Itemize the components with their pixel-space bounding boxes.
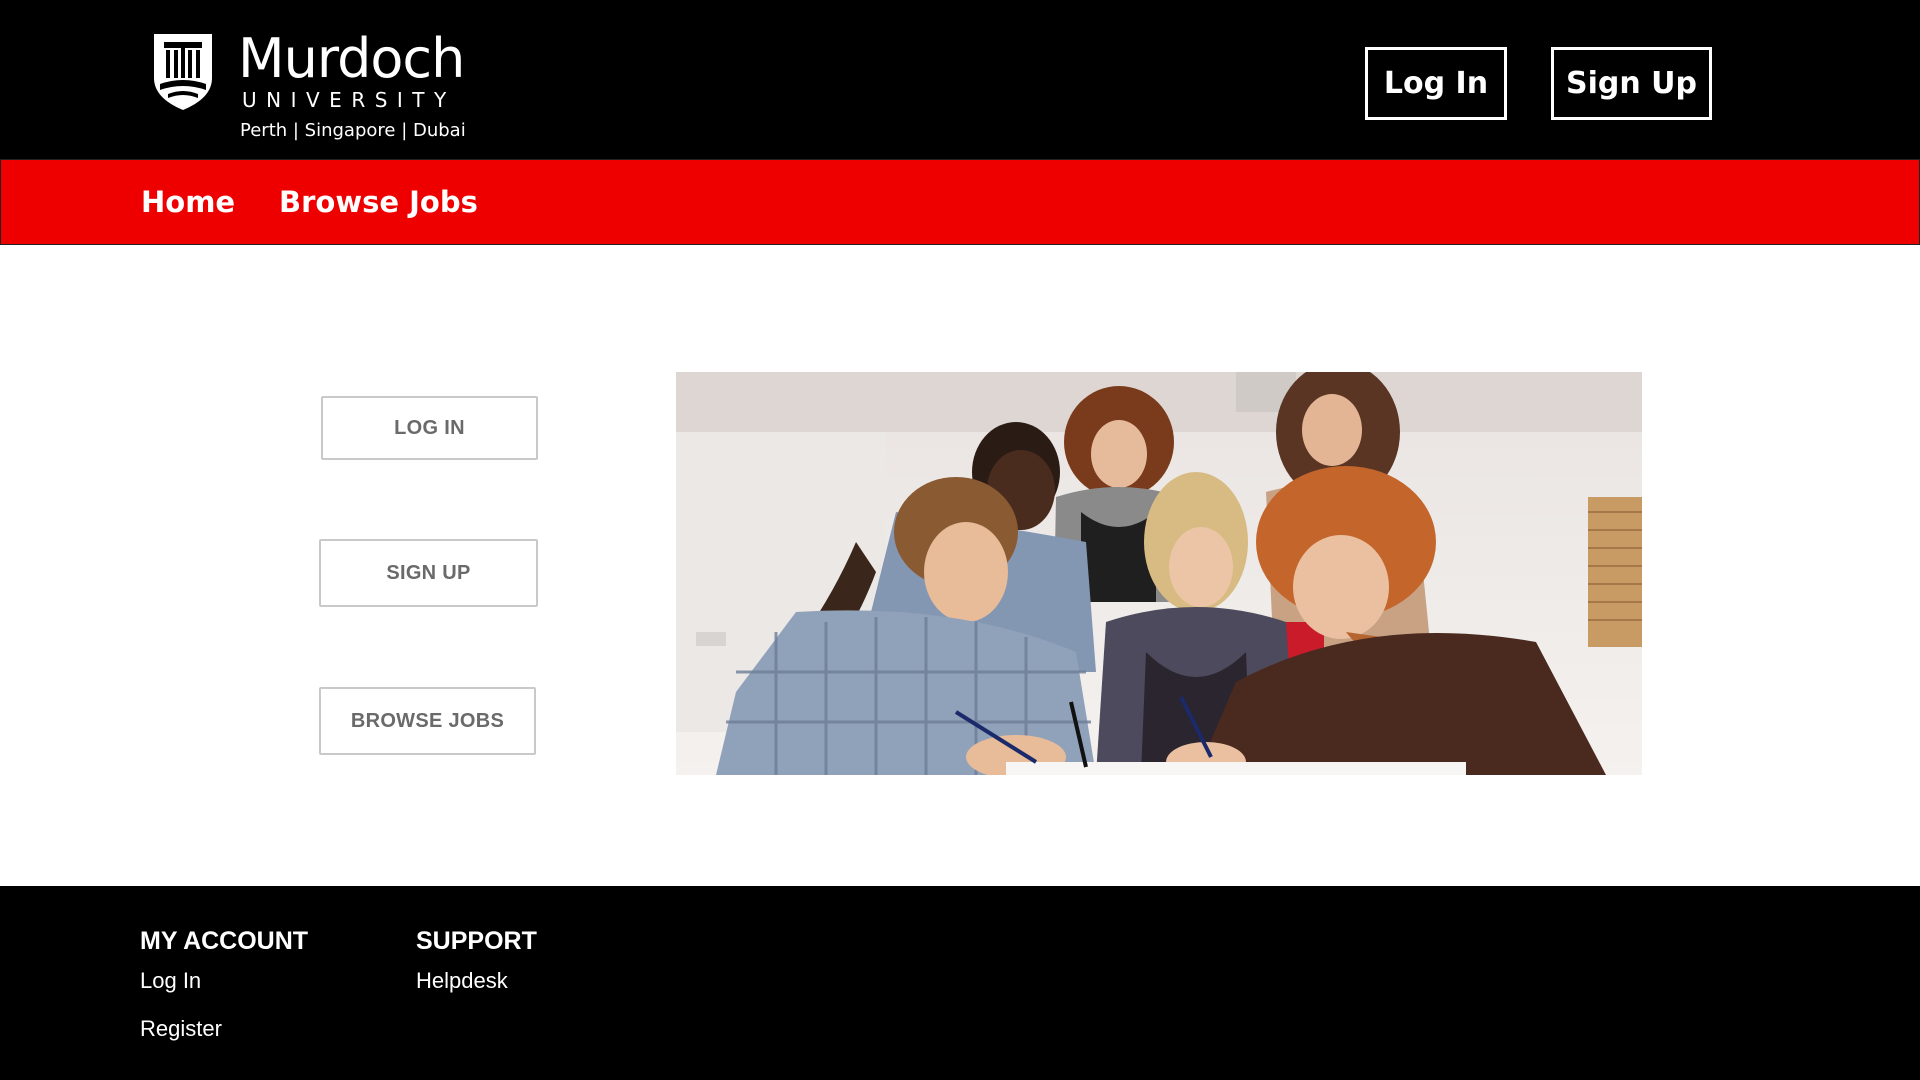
site-header: Murdoch UNIVERSITY Perth | Singapore | D…: [0, 0, 1920, 159]
footer-link-register[interactable]: Register: [140, 1016, 222, 1042]
site-footer: MY ACCOUNT Log In Register SUPPORT Helpd…: [0, 886, 1920, 1080]
signup-button[interactable]: SIGN UP: [319, 539, 538, 607]
nav-item-browse-jobs[interactable]: Browse Jobs: [279, 185, 478, 219]
main-nav: Home Browse Jobs: [0, 159, 1920, 245]
nav-item-home[interactable]: Home: [141, 185, 235, 219]
footer-heading-support: SUPPORT: [416, 927, 537, 955]
logo-wordmark: Murdoch: [238, 27, 465, 90]
footer-heading-my-account: MY ACCOUNT: [140, 927, 309, 955]
footer-link-helpdesk[interactable]: Helpdesk: [416, 968, 508, 994]
browse-jobs-button[interactable]: BROWSE JOBS: [319, 687, 536, 755]
logo-subtitle: UNIVERSITY: [242, 88, 456, 112]
header-signup-button[interactable]: Sign Up: [1551, 47, 1712, 120]
footer-link-login[interactable]: Log In: [140, 968, 201, 994]
login-button[interactable]: LOG IN: [321, 396, 538, 460]
logo-campuses: Perth | Singapore | Dubai: [240, 120, 466, 141]
murdoch-crest-icon: [154, 34, 212, 110]
murdoch-logo[interactable]: Murdoch UNIVERSITY Perth | Singapore | D…: [150, 27, 480, 148]
students-group-writing-photo: [676, 372, 1642, 775]
header-login-button[interactable]: Log In: [1365, 47, 1507, 120]
hero-image: [676, 372, 1642, 775]
